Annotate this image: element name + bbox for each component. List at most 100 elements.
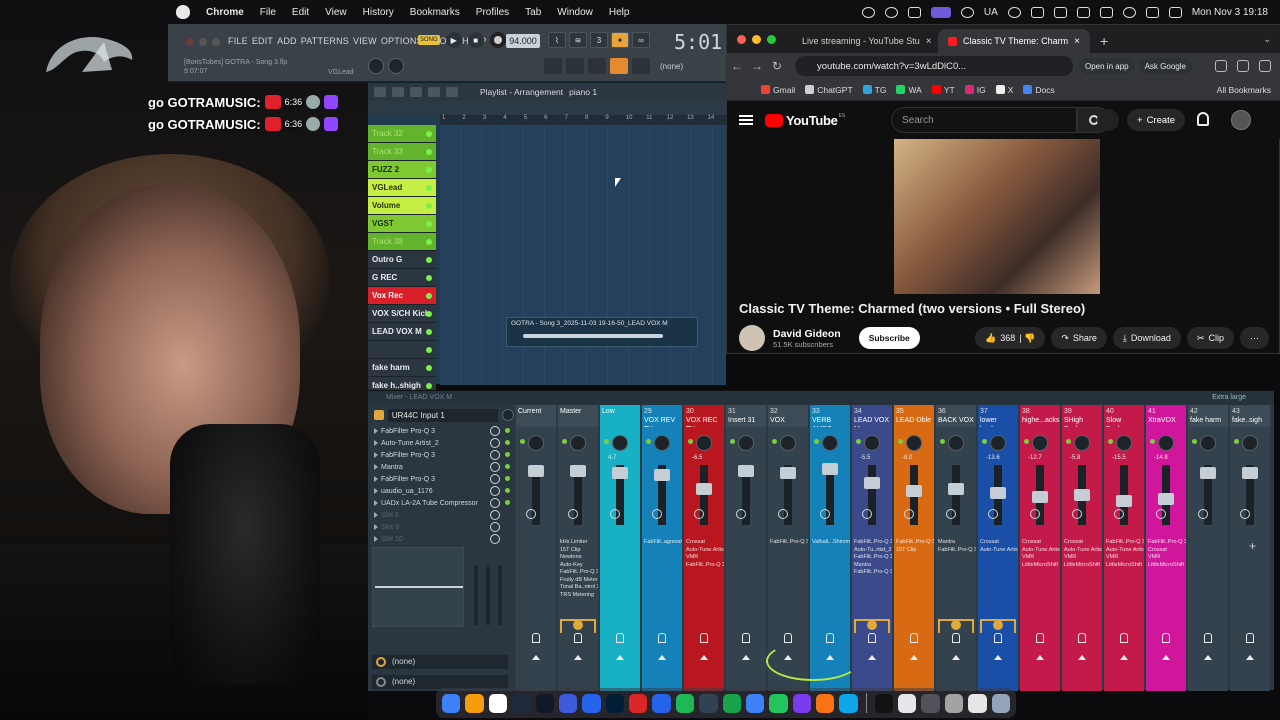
output-route-2[interactable]: (none): [372, 675, 508, 689]
volume-fader[interactable]: [906, 485, 922, 497]
plugin-icon[interactable]: [632, 58, 650, 74]
lock-icon[interactable]: [952, 633, 960, 643]
expand-icon[interactable]: [374, 440, 378, 446]
route-knob[interactable]: [610, 509, 620, 519]
mixer-strip[interactable]: 38 highe...acks -12.7 Crossat Auto-Tune Art…: [1020, 405, 1060, 691]
dock-app-icon[interactable]: [792, 693, 811, 713]
mixer-strip[interactable]: 35 LEAD Oble -8.0 FabFilt..Pro-Q 3 15T Clip: [894, 405, 934, 691]
track-mute-led-icon[interactable]: [426, 311, 432, 317]
mixer-strip[interactable]: 30 VOX REC TY -6.5 Crossat Auto-Tune Artist…: [684, 405, 724, 691]
route-knob[interactable]: [568, 509, 578, 519]
pan-knob[interactable]: [1116, 435, 1132, 451]
pan-knob[interactable]: [696, 435, 712, 451]
mix-knob[interactable]: [490, 462, 500, 472]
subscribe-button[interactable]: Subscribe: [858, 327, 920, 349]
track-mute-led-icon[interactable]: [426, 131, 432, 137]
route-arrow-icon[interactable]: [1246, 655, 1254, 660]
route-knob[interactable]: [778, 509, 788, 519]
volume-fader[interactable]: [1158, 493, 1174, 505]
track-mute-led-icon[interactable]: [426, 275, 432, 281]
volume-fader[interactable]: [948, 483, 964, 495]
eq-fader[interactable]: [498, 565, 502, 625]
like-button[interactable]: 👍 368 | 👎: [975, 327, 1046, 349]
route-arrow-icon[interactable]: [952, 655, 960, 660]
bookmark-star-icon[interactable]: [1215, 60, 1227, 72]
address-bar[interactable]: youtube.com/watch?v=3wLdDlC0...: [795, 56, 1073, 76]
send-indicator-icon[interactable]: [560, 619, 596, 633]
clip-button[interactable]: ✂ Clip: [1186, 327, 1234, 349]
channel-avatar[interactable]: [739, 325, 765, 351]
route-knob[interactable]: [1156, 509, 1166, 519]
track-mute-led-icon[interactable]: [426, 365, 432, 371]
enabled-led-icon[interactable]: [505, 428, 510, 433]
route-arrow-icon[interactable]: [994, 655, 1002, 660]
status-wifi-icon[interactable]: [1122, 6, 1136, 18]
send-indicator-icon[interactable]: [854, 619, 890, 633]
track-header[interactable]: fake harm: [368, 359, 436, 377]
lock-icon[interactable]: [784, 633, 792, 643]
expand-icon[interactable]: [374, 452, 378, 458]
wait-icon[interactable]: ≋: [569, 32, 587, 48]
status-record-icon[interactable]: [884, 6, 898, 18]
route-knob[interactable]: [862, 509, 872, 519]
dock-app-icon[interactable]: [652, 693, 671, 713]
track-header[interactable]: LEAD VOX M: [368, 323, 436, 341]
strip-enable-led-icon[interactable]: [520, 439, 525, 444]
close-icon[interactable]: [186, 38, 194, 46]
playlist-select-icon[interactable]: [428, 87, 440, 97]
link-icon[interactable]: [610, 58, 628, 74]
route-knob[interactable]: [526, 509, 536, 519]
fx-slot[interactable]: FabFilter Pro-Q 3: [368, 449, 514, 461]
mixer-strip[interactable]: Master kHs Limiter 15T Clip Newtone Auto-…: [558, 405, 598, 691]
menu-profiles[interactable]: Profiles: [468, 7, 517, 18]
route-arrow-icon[interactable]: [1120, 655, 1128, 660]
route-knob[interactable]: [988, 509, 998, 519]
maximize-icon[interactable]: [767, 35, 776, 44]
pan-knob[interactable]: [528, 435, 544, 451]
add-track-button[interactable]: +: [1249, 539, 1256, 553]
fx-slot[interactable]: uaudio_ua_1176: [368, 485, 514, 497]
mixer-strip[interactable]: 37 lower backs -13.6 Crossat Auto-Tune Arti…: [978, 405, 1018, 691]
mixer-strip[interactable]: 39 SHigh Backs -5.8 Crossat Auto-Tune Artis…: [1062, 405, 1102, 691]
lock-icon[interactable]: [742, 633, 750, 643]
track-mute-led-icon[interactable]: [426, 347, 432, 353]
menu-history[interactable]: History: [355, 7, 402, 18]
fl-menu-options[interactable]: OPTIONS: [381, 36, 423, 46]
fl-menu-file[interactable]: FILE: [228, 36, 248, 46]
route-knob[interactable]: [946, 509, 956, 519]
volume-fader[interactable]: [822, 463, 838, 475]
volume-fader[interactable]: [864, 477, 880, 489]
dock-app-icon[interactable]: [535, 693, 554, 713]
pan-knob[interactable]: [570, 435, 586, 451]
track-mute-led-icon[interactable]: [426, 149, 432, 155]
strip-enable-led-icon[interactable]: [1108, 439, 1113, 444]
input-select[interactable]: UR44C Input 1: [387, 408, 499, 422]
status-screen-icon[interactable]: [930, 6, 951, 18]
status-bolt-icon[interactable]: [907, 6, 921, 18]
pan-knob[interactable]: [1200, 435, 1216, 451]
mix-knob[interactable]: [490, 426, 500, 436]
bookmark-tg[interactable]: TG: [862, 85, 886, 95]
status-clock-icon[interactable]: [1007, 6, 1021, 18]
status-app-icon[interactable]: [861, 6, 875, 18]
lock-icon[interactable]: [1162, 633, 1170, 643]
playlist-slice-icon[interactable]: [410, 87, 422, 97]
channel-name[interactable]: David Gideon: [773, 328, 841, 340]
track-mute-led-icon[interactable]: [426, 257, 432, 263]
track-header[interactable]: Track 32: [368, 125, 436, 143]
dock-app-icon[interactable]: [442, 693, 461, 713]
record-button[interactable]: [489, 32, 506, 48]
track-mute-led-icon[interactable]: [426, 383, 432, 389]
lock-icon[interactable]: [574, 633, 582, 643]
status-grid-icon[interactable]: [1053, 6, 1067, 18]
track-mute-led-icon[interactable]: [426, 185, 432, 191]
create-button[interactable]: + Create: [1127, 109, 1186, 131]
playlist-menu-icon[interactable]: [374, 87, 386, 97]
back-icon[interactable]: ←: [727, 59, 747, 73]
bookmark-chatgpt[interactable]: ChatGPT: [805, 85, 853, 95]
playlist-zoom-icon[interactable]: [446, 87, 458, 97]
pan-knob[interactable]: [948, 435, 964, 451]
lock-icon[interactable]: [910, 633, 918, 643]
mixer-strip[interactable]: 40 Slow Backs -15.5 FabFilt..Pro-Q 3 Auto-T…: [1104, 405, 1144, 691]
strip-enable-led-icon[interactable]: [562, 439, 567, 444]
